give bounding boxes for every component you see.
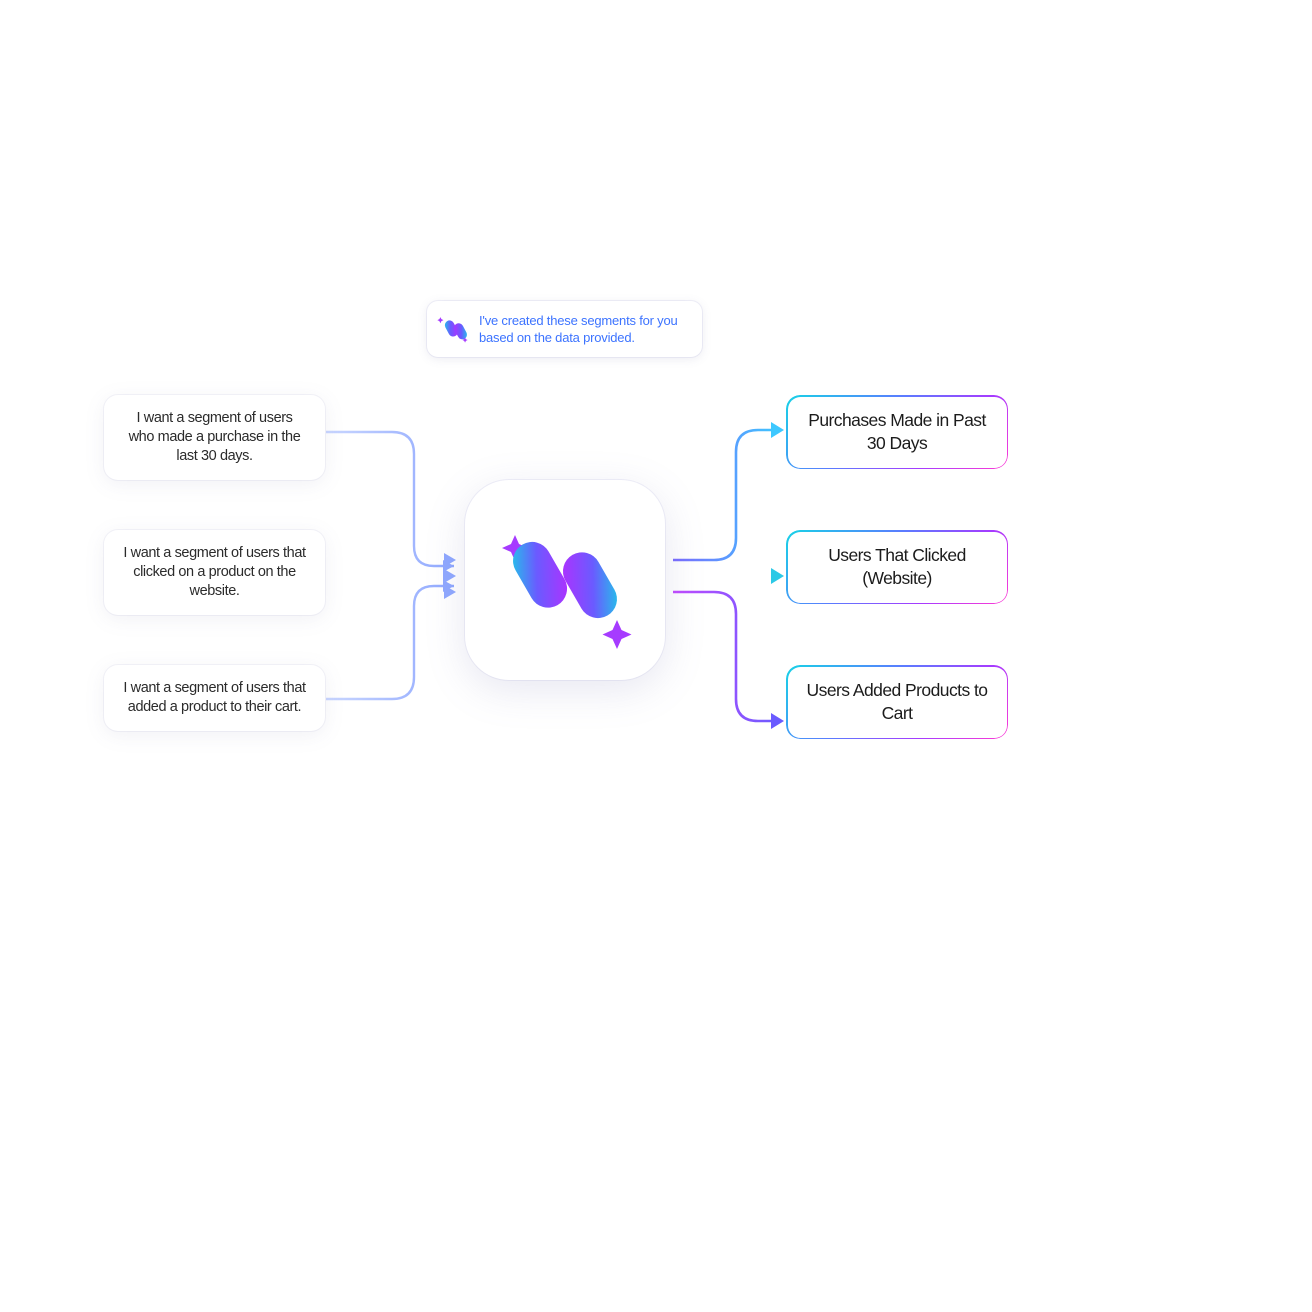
prompt-card: I want a segment of users that added a p… [104,665,325,731]
segment-result-text: Purchases Made in Past 30 Days [804,409,990,455]
brand-logo-icon [437,312,471,346]
prompt-text: I want a segment of users that clicked o… [122,544,307,601]
prompt-card: I want a segment of users that clicked o… [104,530,325,615]
segment-result-text: Users That Clicked (Website) [804,544,990,590]
assistant-message-text: I've created these segments for you base… [479,312,688,346]
brand-logo-icon [465,480,665,680]
prompt-text: I want a segment of users who made a pur… [122,409,307,466]
diagram-canvas: I've created these segments for you base… [0,0,1312,1312]
sparkle-icon [603,620,632,649]
prompt-text: I want a segment of users that added a p… [122,679,307,717]
segment-result-text: Users Added Products to Cart [804,679,990,725]
segment-result-card: Users Added Products to Cart [786,665,1008,739]
assistant-message-bubble: I've created these segments for you base… [427,301,702,357]
prompt-card: I want a segment of users who made a pur… [104,395,325,480]
segment-result-card: Users That Clicked (Website) [786,530,1008,604]
brand-logo-card [465,480,665,680]
segment-result-card: Purchases Made in Past 30 Days [786,395,1008,469]
